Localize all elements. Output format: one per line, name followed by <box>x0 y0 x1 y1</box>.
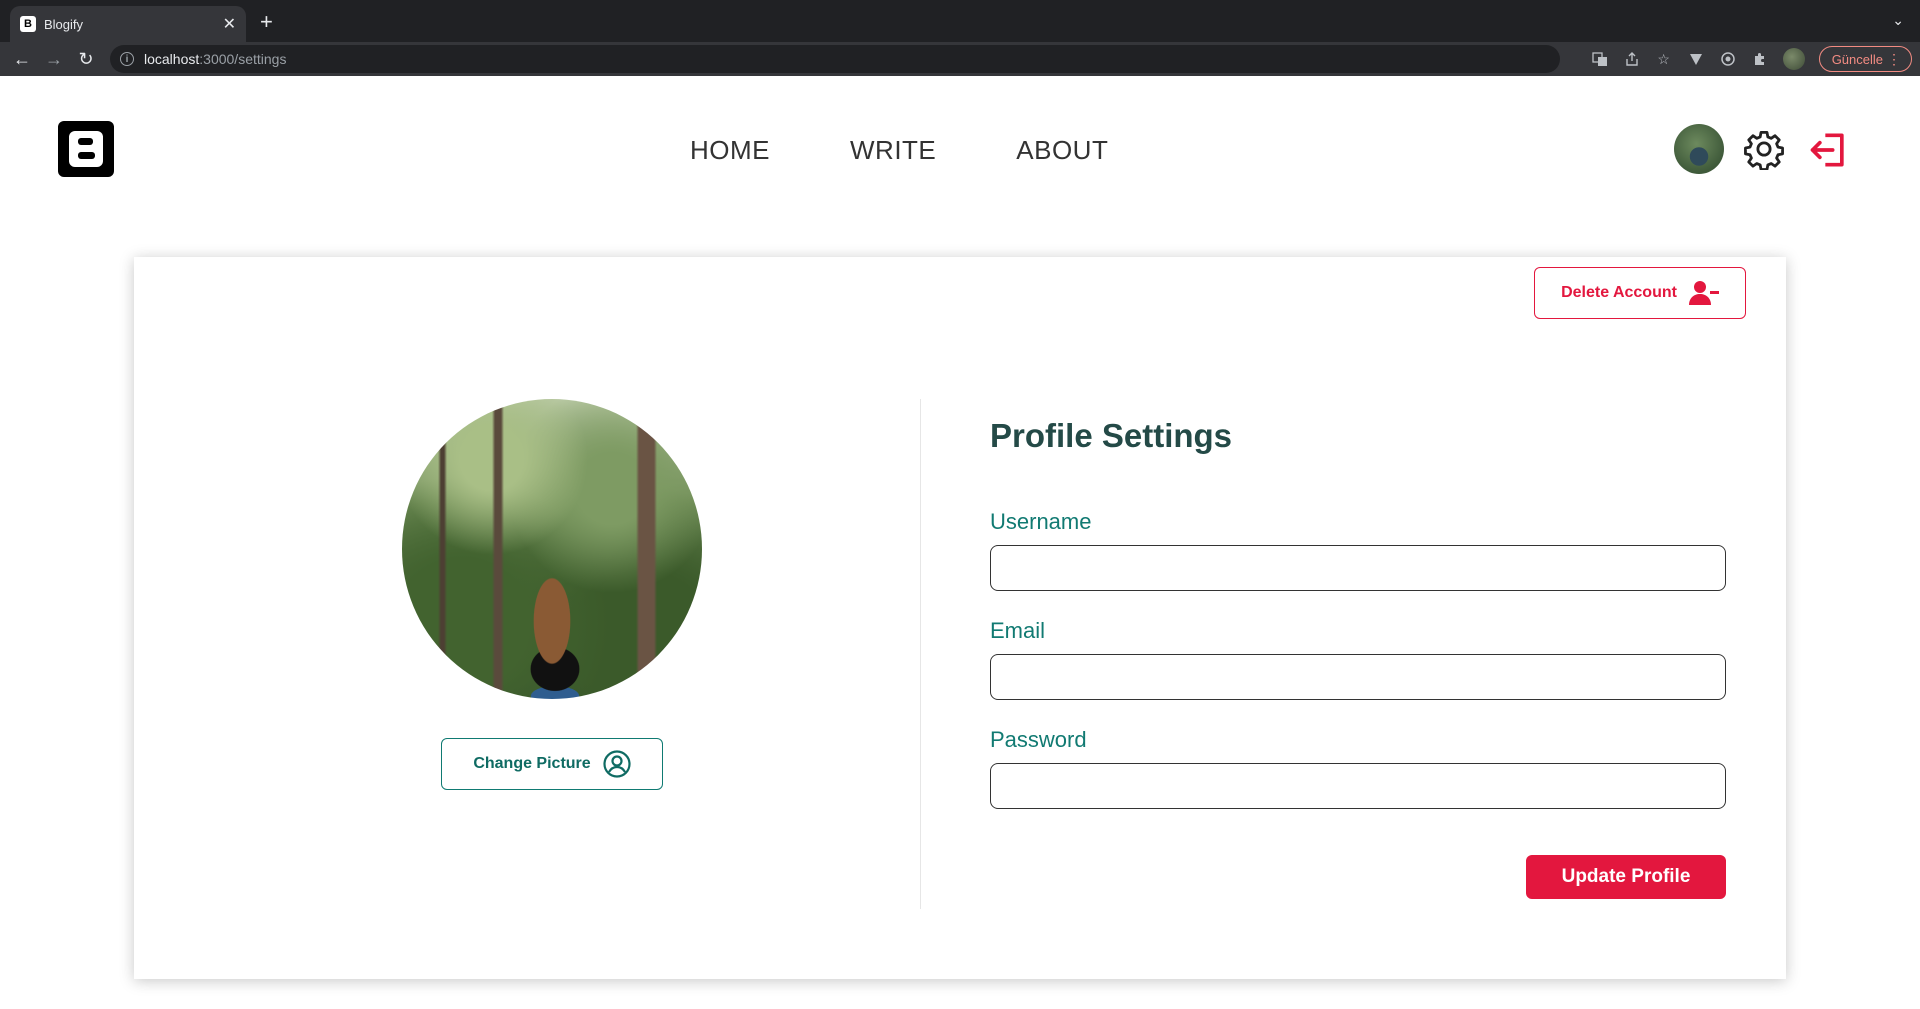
close-tab-icon[interactable]: ✕ <box>223 14 236 34</box>
logo-b-icon <box>69 131 103 167</box>
address-bar[interactable]: i localhost:3000/settings <box>110 45 1560 73</box>
browser-tab[interactable]: B Blogify ✕ <box>10 6 246 42</box>
change-picture-button[interactable]: Change Picture <box>441 738 663 790</box>
nav-write[interactable]: WRITE <box>850 135 936 166</box>
delete-account-button[interactable]: Delete Account <box>1534 267 1746 319</box>
change-picture-label: Change Picture <box>473 755 591 772</box>
url-host: localhost <box>144 51 200 67</box>
delete-account-label: Delete Account <box>1561 284 1677 301</box>
password-label: Password <box>990 727 1087 752</box>
kebab-menu-icon[interactable]: ⋮ <box>1887 51 1901 67</box>
nav-about[interactable]: ABOUT <box>1016 135 1108 166</box>
extension-v-icon[interactable] <box>1687 50 1705 68</box>
share-icon[interactable] <box>1623 50 1641 68</box>
column-divider <box>920 399 921 909</box>
puzzle-icon[interactable] <box>1751 50 1769 68</box>
username-label: Username <box>990 509 1092 534</box>
gear-icon[interactable] <box>1743 128 1785 170</box>
email-label: Email <box>990 618 1046 643</box>
new-tab-icon[interactable]: + <box>260 10 273 34</box>
star-icon[interactable]: ☆ <box>1655 50 1673 68</box>
update-label: Güncelle <box>1831 51 1883 67</box>
remove-user-icon <box>1688 281 1719 305</box>
translate-icon[interactable] <box>1591 50 1609 68</box>
nav-home[interactable]: HOME <box>690 135 770 166</box>
password-field[interactable] <box>990 763 1726 809</box>
profile-avatar[interactable] <box>1782 48 1805 70</box>
toolbar-icons: ☆ Güncelle ⋮ <box>1591 46 1912 72</box>
extension-target-icon[interactable] <box>1719 50 1737 68</box>
user-circle-icon <box>603 750 631 778</box>
username-field[interactable] <box>990 545 1726 591</box>
logout-icon[interactable] <box>1806 128 1852 172</box>
browser-toolbar: ← → ↻ i localhost:3000/settings ☆ Güncel… <box>0 42 1920 76</box>
page-title: Profile Settings <box>990 417 1233 454</box>
settings-card: Delete Account Change Picture Profile Se… <box>134 257 1786 979</box>
back-icon[interactable]: ← <box>10 47 34 71</box>
profile-picture <box>402 399 702 699</box>
site-info-icon[interactable]: i <box>120 52 134 66</box>
url-path: :3000/settings <box>199 51 287 67</box>
favicon: B <box>20 16 36 32</box>
main-nav: HOME WRITE ABOUT <box>690 135 1108 166</box>
browser-tabstrip: B Blogify ✕ + ⌄ <box>0 0 1920 42</box>
reload-icon[interactable]: ↻ <box>74 47 98 71</box>
tab-title: Blogify <box>44 16 84 32</box>
browser-update-button[interactable]: Güncelle ⋮ <box>1818 46 1912 72</box>
avatar[interactable] <box>1674 124 1724 174</box>
site-logo[interactable] <box>58 121 114 177</box>
update-profile-button[interactable]: Update Profile <box>1526 855 1726 899</box>
tab-search-chevron-icon[interactable]: ⌄ <box>1892 12 1904 29</box>
forward-icon[interactable]: → <box>42 47 66 71</box>
email-field[interactable] <box>990 654 1726 700</box>
